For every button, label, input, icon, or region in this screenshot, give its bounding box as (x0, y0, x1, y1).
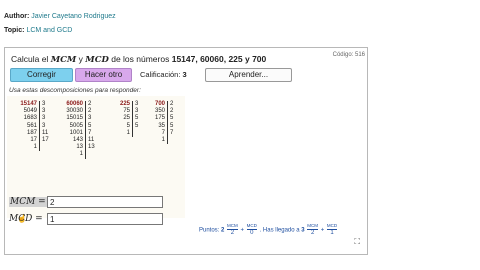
points-value: 2 (221, 227, 225, 234)
prime-divisor: 2 (170, 101, 174, 107)
prime-divisor: 3 (42, 122, 46, 129)
prime-divisor: 11 (42, 129, 49, 136)
prime-divisor: 7 (88, 129, 92, 136)
mcd-label: MCD = (9, 214, 43, 224)
factor-number: 13 (76, 144, 83, 151)
prompt-numbers: 15147, 60060, 225 y 700 (171, 54, 267, 64)
factor-number: 7 (161, 129, 165, 136)
prime-divisor: 5 (170, 115, 174, 122)
author-label: Author: (4, 13, 30, 20)
factor-number: 5005 (69, 122, 83, 129)
prime-divisor: 5 (135, 122, 139, 129)
prime-divisor: 3 (42, 115, 46, 122)
mcm-label: MCM = (9, 197, 47, 207)
topic-line: Topic: LCM and GCD (4, 26, 72, 35)
points-line: Puntos: 2 MCM 2 + MCD 0 . Has llegado a 3 … (199, 223, 338, 237)
factor-number: 561 (26, 122, 37, 129)
exercise-prompt: Calcula el MCM y MCD de los números 1514… (11, 54, 266, 65)
grade: Calificación: 3 (140, 70, 187, 79)
factor-number: 1 (79, 151, 83, 158)
author-name[interactable]: Javier Cayetano Rodriguez (31, 13, 115, 20)
plus-sign: + (240, 227, 244, 234)
reached-frac-mcd: MCD 1 (326, 223, 338, 236)
expand-icon[interactable]: ⛶ (354, 237, 360, 247)
prime-divisor: 2 (88, 108, 92, 115)
prompt-pre: Calcula el (11, 54, 49, 64)
exercise-panel: Calcula el MCM y MCD de los números 1514… (4, 47, 368, 255)
reached-label: . Has llegado a (259, 227, 300, 234)
factor-number: 1 (126, 129, 130, 136)
factor-number: 5 (126, 122, 130, 129)
prime-divisor: 11 (88, 137, 95, 144)
factor-number: 17 (30, 137, 37, 144)
factor-number: 1683 (23, 115, 37, 122)
factor-number: 225 (119, 101, 130, 107)
prime-divisor: 3 (135, 101, 139, 107)
learn-button[interactable]: Aprender... (205, 68, 292, 82)
grade-value: 3 (182, 70, 187, 79)
factor-number: 700 (154, 101, 165, 107)
factor-number: 175 (154, 115, 165, 122)
factor-number: 143 (72, 137, 83, 144)
factor-number: 15015 (66, 115, 83, 122)
factor-number: 350 (154, 108, 165, 115)
mcd-input[interactable]: 1 (47, 213, 163, 225)
prime-divisor: 7 (170, 129, 174, 136)
factor-number: 1001 (69, 129, 83, 136)
topic-name[interactable]: LCM and GCD (26, 27, 72, 34)
prompt-mcd: MCD (85, 55, 109, 65)
code-label: Código: 516 (332, 52, 365, 58)
factor-number: 187 (26, 129, 37, 136)
prime-divisor: 5 (88, 122, 92, 129)
prime-divisor: 2 (170, 108, 174, 115)
factor-number: 60060 (66, 101, 83, 107)
reached-value: 3 (301, 227, 305, 234)
factor-number: 15147 (20, 101, 37, 107)
prime-divisor: 17 (42, 137, 49, 144)
author-line: Author: Javier Cayetano Rodriguez (4, 12, 116, 21)
new-exercise-button[interactable]: Hacer otro (75, 68, 132, 82)
factor-number: 30030 (66, 108, 83, 115)
prime-divisor: 5 (135, 115, 139, 122)
points-frac-mcd: MCD 0 (246, 223, 257, 236)
prompt-mcm: MCM (50, 55, 77, 65)
prime-divisor: 3 (42, 101, 46, 107)
factor-number: 1 (161, 137, 165, 144)
factor-number: 25 (123, 115, 130, 122)
hint-text: Usa estas descomposiciones para responde… (9, 87, 141, 94)
grade-label: Calificación: (140, 70, 181, 79)
factor-number: 1 (33, 144, 37, 151)
factor-number: 5049 (23, 108, 37, 115)
factor-number: 35 (158, 122, 165, 129)
prime-divisor: 3 (135, 108, 139, 115)
prompt-y: y (78, 54, 83, 64)
check-button[interactable]: Corregir (10, 68, 73, 82)
prime-divisor: 3 (42, 108, 46, 115)
prime-divisor: 2 (88, 101, 92, 107)
factor-number: 75 (123, 108, 130, 115)
prime-divisor: 5 (170, 122, 174, 129)
plus-sign: + (320, 227, 325, 234)
reached-frac-mcm: MCM 2 (307, 223, 319, 236)
points-label: Puntos: (199, 227, 220, 234)
prompt-mid: de los números (111, 54, 170, 64)
points-frac-mcm: MCM 2 (227, 223, 238, 236)
mcm-input[interactable]: 2 (47, 196, 163, 208)
prime-divisor: 13 (88, 144, 95, 151)
topic-label: Topic: (4, 27, 25, 34)
prime-divisor: 3 (88, 115, 92, 122)
